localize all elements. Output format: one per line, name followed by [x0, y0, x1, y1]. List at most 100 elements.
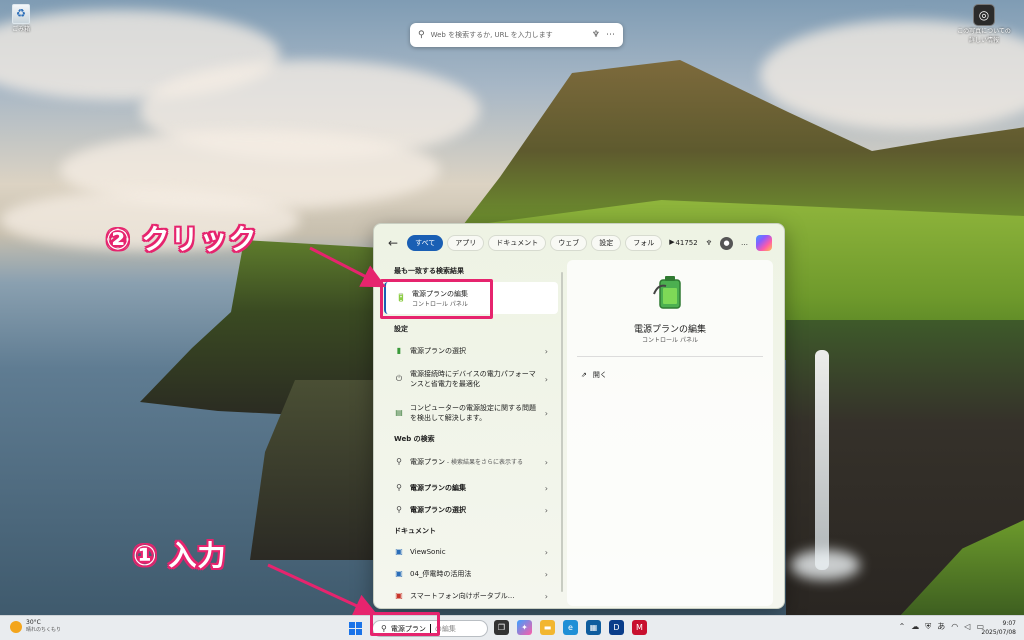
- detail-sub: コントロール パネル: [642, 337, 698, 344]
- web-result-label: 電源プランの編集: [410, 484, 466, 492]
- taskbar: 30°C 晴れのちくもり ⚲ 電源プラン の編集 ❐ ✦ ▬ e ▦ D M ⌃ …: [0, 615, 1024, 640]
- weather-desc: 晴れのちくもり: [26, 627, 62, 633]
- settings-result[interactable]: ▮ 電源プランの選択 ›: [384, 340, 558, 362]
- recycle-bin-label: ごみ箱: [12, 26, 31, 33]
- settings-result-label: コンピューターの電源設定に関する問題を検出して解決します。: [410, 404, 536, 422]
- result-detail-pane: 電源プランの編集 コントロール パネル ⇗ 開く: [567, 260, 773, 606]
- sun-icon: [10, 620, 22, 633]
- back-arrow-icon[interactable]: ←: [388, 236, 398, 250]
- settings-result[interactable]: ⏻ 電源接続時にデバイスの電力パフォーマンスと省電力を最適化 ›: [384, 364, 558, 394]
- word-document-icon: ▣: [395, 569, 403, 578]
- chevron-right-icon: ›: [544, 569, 548, 579]
- detail-title: 電源プランの編集: [633, 325, 706, 335]
- web-result[interactable]: ⚲ 電源プランの選択 ›: [384, 500, 558, 520]
- more-options-button[interactable]: …: [741, 239, 748, 247]
- document-result[interactable]: ▣ ViewSonic ›: [384, 542, 558, 562]
- settings-result-label: 電源プランの選択: [410, 347, 466, 355]
- web-result[interactable]: ⚲ 電源プランの編集 ›: [384, 478, 558, 498]
- document-result-label: スマートフォン向けポータブル...: [410, 592, 515, 600]
- web-result-label: 電源プラン: [410, 457, 445, 466]
- document-result[interactable]: ▣ 04_停電時の活用法 ›: [384, 564, 558, 584]
- tab-documents[interactable]: ドキュメント: [488, 235, 547, 251]
- edge-icon[interactable]: e: [563, 620, 578, 635]
- avatar[interactable]: ●: [720, 236, 733, 250]
- dell-icon[interactable]: D: [609, 620, 624, 635]
- waterfall-mist: [790, 550, 860, 580]
- recycle-bin-shortcut[interactable]: ♻ ごみ箱: [12, 4, 30, 33]
- web-result[interactable]: ⚲ 電源プラン - 検索結果をさらに表示する ›: [384, 450, 558, 474]
- chevron-right-icon: ›: [544, 591, 548, 601]
- chevron-right-icon: ›: [544, 505, 548, 515]
- wifi-icon[interactable]: ◠: [951, 622, 958, 631]
- word-document-icon: ▣: [395, 547, 403, 556]
- shield-icon[interactable]: ⛨: [925, 622, 931, 632]
- rewards-points[interactable]: 41752: [675, 239, 697, 247]
- tab-apps[interactable]: アプリ: [447, 235, 485, 251]
- task-view-icon[interactable]: ❐: [494, 620, 509, 635]
- document-result[interactable]: ▣ スマートフォン向けポータブル... ›: [384, 586, 558, 606]
- ime-indicator[interactable]: あ: [937, 621, 945, 632]
- more-icon[interactable]: ⋯: [606, 30, 615, 40]
- search-icon: ⚲: [418, 30, 425, 40]
- highlight-box-best-match: [380, 279, 493, 319]
- document-result-label: ViewSonic: [410, 548, 446, 556]
- web-result-sub: - 検索結果をさらに表示する: [445, 458, 523, 466]
- chevron-right-icon: ›: [544, 408, 548, 418]
- recycle-bin-icon: ♻: [12, 4, 30, 24]
- results-scrollbar[interactable]: [561, 272, 563, 592]
- highlight-box-search: [370, 612, 440, 636]
- edge-search-placeholder: Web を検索するか, URL を入力します: [430, 31, 553, 39]
- web-result-label: 電源プランの選択: [410, 506, 466, 514]
- clock[interactable]: 9:07 2025/07/08: [981, 619, 1016, 637]
- search-icon: ⚲: [396, 505, 402, 514]
- search-icon: ⚲: [396, 457, 402, 466]
- chevron-up-icon[interactable]: ⌃: [899, 622, 906, 631]
- clock-time: 9:07: [1002, 620, 1016, 627]
- copilot-icon[interactable]: ✦: [517, 620, 532, 635]
- settings-result[interactable]: ▤ コンピューターの電源設定に関する問題を検出して解決します。 ›: [384, 398, 558, 428]
- settings-heading: 設定: [394, 325, 408, 333]
- weather-temp: 30°C: [26, 619, 41, 626]
- search-icon: ⚲: [396, 483, 402, 492]
- flyout-header-right: 41752 ♆ ● …: [675, 235, 772, 251]
- chevron-right-icon: ›: [544, 547, 548, 557]
- web-search-heading: Web の検索: [394, 435, 435, 443]
- annotation-click: ② クリック: [106, 223, 258, 256]
- taskbar-apps: ❐ ✦ ▬ e ▦ D M: [494, 620, 647, 635]
- weather-widget[interactable]: 30°C 晴れのちくもり: [10, 619, 61, 634]
- tab-web[interactable]: ウェブ: [550, 235, 588, 251]
- file-explorer-icon[interactable]: ▬: [540, 620, 555, 635]
- troubleshoot-icon: ▤: [395, 408, 403, 417]
- open-label: 開く: [592, 371, 607, 379]
- start-button[interactable]: [349, 622, 362, 635]
- document-result-label: 04_停電時の活用法: [410, 570, 472, 578]
- clock-date: 2025/07/08: [981, 629, 1016, 636]
- annotation-input: ① 入力: [133, 539, 227, 572]
- tab-settings[interactable]: 設定: [591, 235, 622, 251]
- store-icon[interactable]: ▦: [586, 620, 601, 635]
- power-icon: ⏻: [395, 374, 403, 383]
- tab-all[interactable]: すべて: [407, 235, 444, 251]
- open-action[interactable]: ⇗ 開く: [581, 370, 607, 380]
- settings-result-label: 電源接続時にデバイスの電力パフォーマンスと省電力を最適化: [410, 370, 536, 388]
- documents-heading: ドキュメント: [394, 527, 436, 535]
- learn-about-picture-label: この写真についての詳しい情報: [957, 28, 1011, 44]
- waterfall: [815, 350, 829, 570]
- learn-about-picture-shortcut[interactable]: ◎ この写真についての詳しい情報: [956, 4, 1012, 44]
- trophy-icon[interactable]: ♆: [592, 30, 600, 40]
- cloud-icon[interactable]: ☁: [911, 622, 919, 631]
- edge-search-bar[interactable]: ⚲ Web を検索するか, URL を入力します ♆ ⋯: [410, 23, 623, 47]
- divider: [577, 356, 763, 357]
- open-external-icon: ⇗: [581, 371, 587, 379]
- chevron-right-icon: ›: [544, 374, 548, 384]
- battery-plug-icon: [653, 276, 681, 309]
- tab-folders[interactable]: フォル: [625, 235, 663, 251]
- pdf-document-icon: ▣: [395, 591, 403, 600]
- chevron-right-icon: ›: [544, 346, 548, 356]
- copilot-icon[interactable]: [756, 235, 772, 251]
- chevron-right-icon: ›: [544, 483, 548, 493]
- speaker-icon[interactable]: ◁: [964, 622, 970, 631]
- system-tray: ⌃ ☁ ⛨ あ ◠ ◁ ▭: [899, 621, 984, 632]
- battery-icon: ▮: [396, 346, 402, 355]
- mcafee-icon[interactable]: M: [632, 620, 647, 635]
